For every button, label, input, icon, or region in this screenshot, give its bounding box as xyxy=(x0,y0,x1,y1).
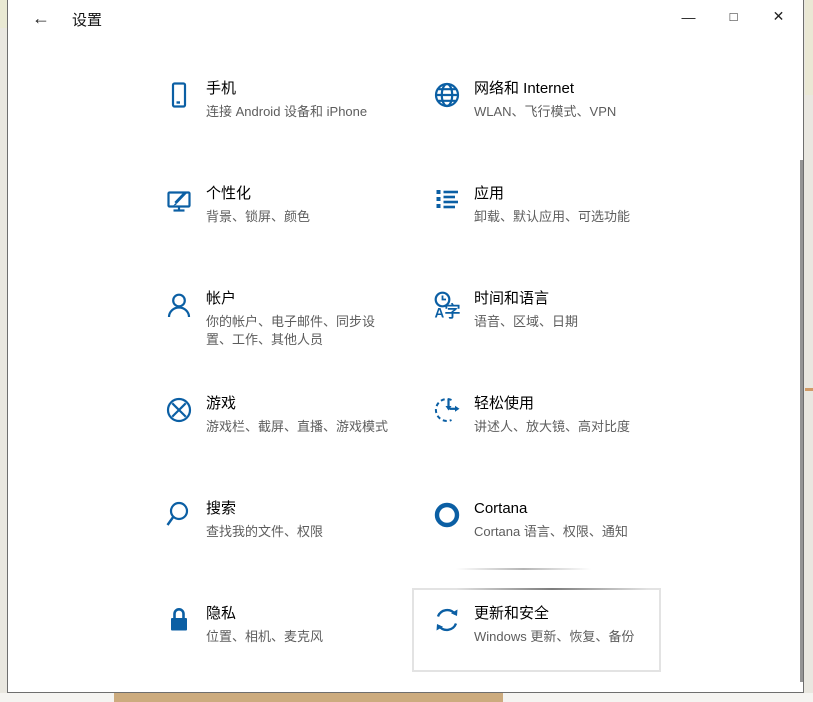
settings-tile-time-language[interactable]: A字 时间和语言 语音、区域、日期 xyxy=(425,280,693,385)
phone-icon xyxy=(164,80,194,110)
category-title: 网络和 Internet xyxy=(474,80,616,99)
category-subtitle: 位置、相机、麦克风 xyxy=(206,628,323,646)
desktop-background-strip xyxy=(805,0,813,95)
settings-tile-accounts[interactable]: 帐户 你的帐户、电子邮件、同步设置、工作、其他人员 xyxy=(157,280,425,385)
category-title: 轻松使用 xyxy=(474,395,630,414)
scrollbar[interactable] xyxy=(800,160,803,682)
network-icon xyxy=(432,80,462,110)
category-title: 帐户 xyxy=(206,290,388,309)
settings-tile-network[interactable]: 网络和 Internet WLAN、飞行模式、VPN xyxy=(425,70,693,175)
maximize-button[interactable]: □ xyxy=(711,0,756,33)
category-subtitle: 查找我的文件、权限 xyxy=(206,523,323,541)
category-subtitle: 语音、区域、日期 xyxy=(474,313,578,331)
cortana-icon xyxy=(432,500,462,530)
apps-icon xyxy=(432,185,462,215)
category-subtitle: 你的帐户、电子邮件、同步设置、工作、其他人员 xyxy=(206,313,388,350)
settings-category-grid: 手机 连接 Android 设备和 iPhone 网络和 Internet WL… xyxy=(157,70,693,700)
category-subtitle: 游戏栏、截屏、直播、游戏模式 xyxy=(206,418,388,436)
back-button[interactable]: ← xyxy=(26,4,56,32)
privacy-icon xyxy=(164,605,194,635)
personalization-icon xyxy=(164,185,194,215)
svg-text:A: A xyxy=(435,306,445,321)
gaming-icon xyxy=(164,395,194,425)
category-subtitle: 卸载、默认应用、可选功能 xyxy=(474,208,630,226)
settings-tile-privacy[interactable]: 隐私 位置、相机、麦克风 xyxy=(157,595,425,700)
category-subtitle: 讲述人、放大镜、高对比度 xyxy=(474,418,630,436)
settings-tile-personalization[interactable]: 个性化 背景、锁屏、颜色 xyxy=(157,175,425,280)
close-button[interactable]: ✕ xyxy=(756,0,801,33)
svg-text:字: 字 xyxy=(445,302,461,320)
search-icon xyxy=(164,500,194,530)
close-icon: ✕ xyxy=(773,8,785,25)
category-subtitle: Cortana 语言、权限、通知 xyxy=(474,523,628,541)
settings-window: ← 设置 — □ ✕ 手机 连接 Android 设备和 iPhone 网络和 … xyxy=(7,0,804,693)
minimize-button[interactable]: — xyxy=(666,0,711,33)
category-title: 应用 xyxy=(474,185,630,204)
page-title: 设置 xyxy=(72,9,102,30)
category-subtitle: 连接 Android 设备和 iPhone xyxy=(206,103,367,121)
category-title: 隐私 xyxy=(206,605,323,624)
category-subtitle: Windows 更新、恢复、备份 xyxy=(474,628,634,646)
settings-tile-search[interactable]: 搜索 查找我的文件、权限 xyxy=(157,490,425,595)
category-subtitle: 背景、锁屏、颜色 xyxy=(206,208,310,226)
category-title: 个性化 xyxy=(206,185,310,204)
back-arrow-icon: ← xyxy=(32,8,50,29)
window-controls: — □ ✕ xyxy=(666,0,801,33)
settings-tile-phone[interactable]: 手机 连接 Android 设备和 iPhone xyxy=(157,70,425,175)
settings-tile-ease-of-access[interactable]: 轻松使用 讲述人、放大镜、高对比度 xyxy=(425,385,693,490)
settings-tile-cortana[interactable]: Cortana Cortana 语言、权限、通知 xyxy=(425,490,693,595)
category-title: Cortana xyxy=(474,500,628,519)
ease-of-access-icon xyxy=(432,395,462,425)
settings-tile-apps[interactable]: 应用 卸载、默认应用、可选功能 xyxy=(425,175,693,280)
category-title: 游戏 xyxy=(206,395,388,414)
minimize-icon: — xyxy=(682,9,696,25)
category-title: 时间和语言 xyxy=(474,290,578,309)
settings-tile-update-security[interactable]: 更新和安全 Windows 更新、恢复、备份 xyxy=(425,595,693,700)
maximize-icon: □ xyxy=(730,9,738,24)
update-security-icon xyxy=(432,605,462,635)
time-language-icon: A字 xyxy=(432,290,462,320)
category-title: 搜索 xyxy=(206,500,323,519)
titlebar[interactable]: ← 设置 — □ ✕ xyxy=(8,0,803,36)
desktop-background-strip xyxy=(805,388,813,391)
category-title: 手机 xyxy=(206,80,367,99)
category-subtitle: WLAN、飞行模式、VPN xyxy=(474,103,616,121)
settings-tile-gaming[interactable]: 游戏 游戏栏、截屏、直播、游戏模式 xyxy=(157,385,425,490)
desktop-background-strip xyxy=(0,0,7,28)
accounts-icon xyxy=(164,290,194,320)
category-title: 更新和安全 xyxy=(474,605,634,624)
